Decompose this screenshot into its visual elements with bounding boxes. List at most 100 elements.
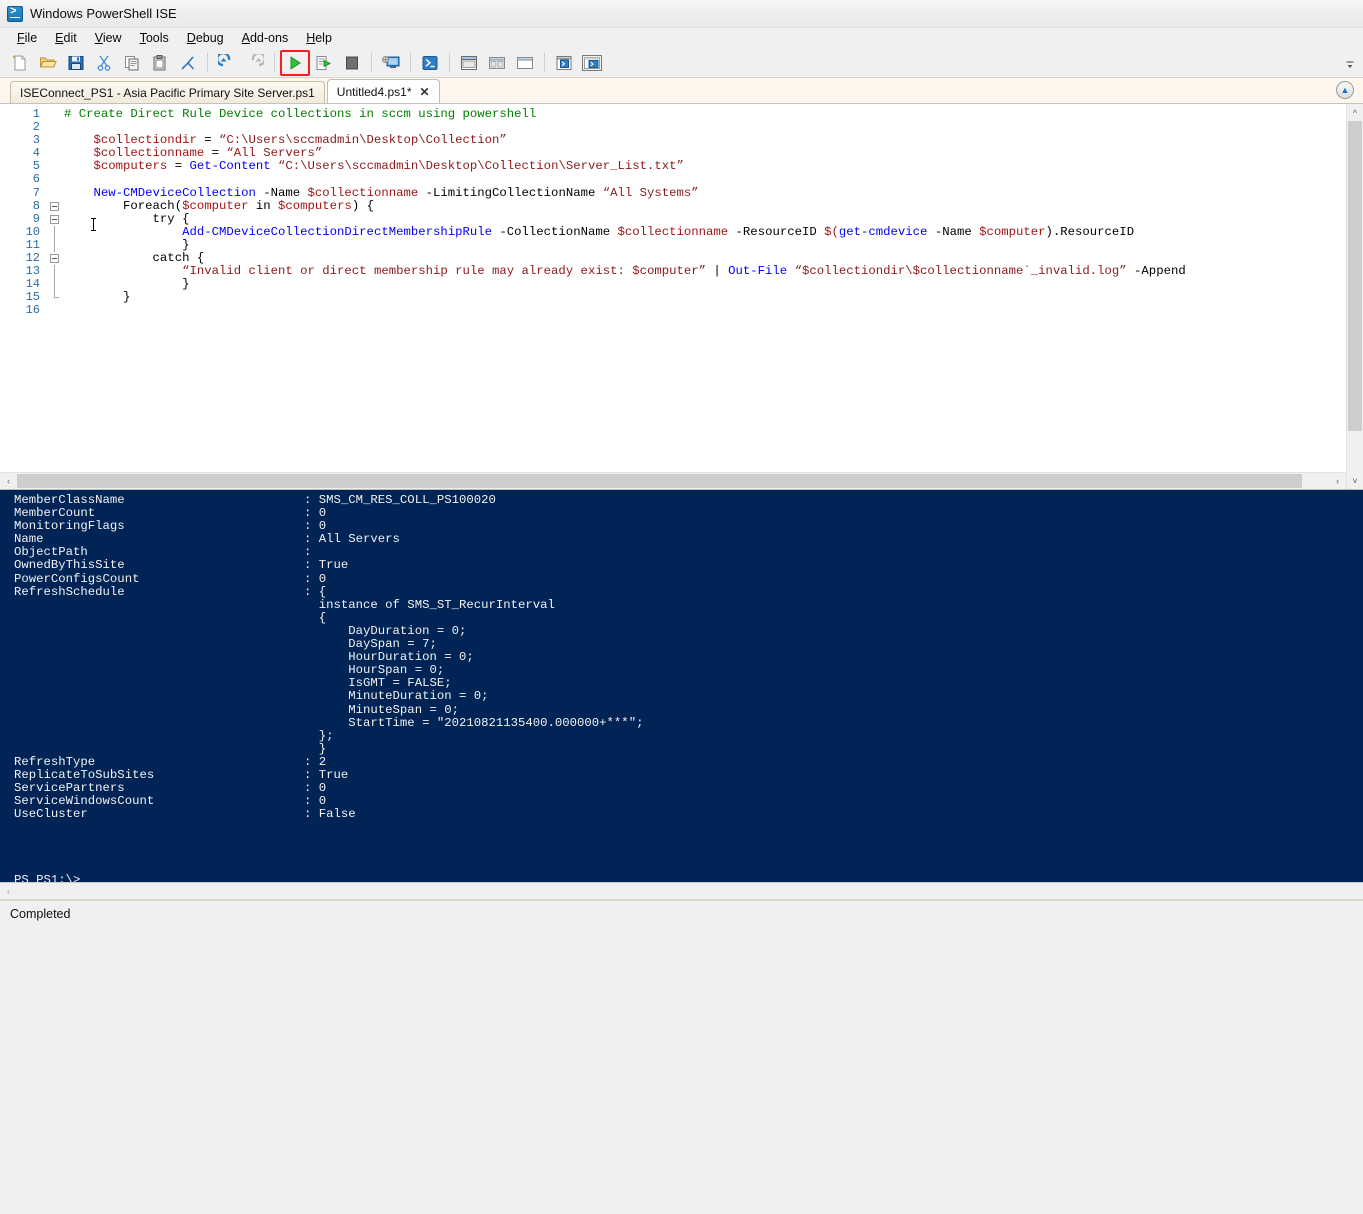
toolbar-separator — [449, 53, 450, 72]
stop-operation-icon[interactable] — [338, 50, 366, 76]
console-property-key: MonitoringFlags — [14, 520, 304, 533]
console-nested-value: HourDuration = 0; — [304, 650, 474, 664]
console-line: HourDuration = 0; — [14, 651, 1346, 664]
layout-stacked-icon[interactable] — [455, 50, 483, 76]
code-line[interactable]: 10 Add-CMDeviceCollectionDirectMembershi… — [0, 226, 1346, 239]
tab-iseconnect[interactable]: ISEConnect_PS1 - Asia Pacific Primary Si… — [10, 81, 325, 103]
new-remote-tab-icon[interactable] — [377, 50, 405, 76]
code-line[interactable]: 15 } — [0, 291, 1346, 304]
clear-console-icon[interactable] — [174, 50, 202, 76]
tab-untitled4[interactable]: Untitled4.ps1* ✕ — [327, 79, 440, 103]
status-bar: Completed — [0, 900, 1363, 927]
fold-collapse-icon[interactable] — [42, 252, 64, 265]
console-vertical-scrollbar[interactable] — [1346, 490, 1363, 882]
console-property-key: PowerConfigsCount — [14, 573, 304, 586]
paste-icon[interactable] — [146, 50, 174, 76]
show-command-addon-icon[interactable] — [578, 50, 606, 76]
code-line[interactable]: 16 — [0, 304, 1346, 317]
toolbar-overflow-icon[interactable] — [1345, 59, 1355, 71]
scroll-down-icon[interactable]: ˅ — [1347, 472, 1363, 489]
console-nested-value: StartTime = "20210821135400.000000+***"; — [304, 716, 643, 730]
tab-label: Untitled4.ps1* — [337, 85, 412, 99]
console-line: ServiceWindowsCount: 0 — [14, 795, 1346, 808]
console-line: MonitoringFlags: 0 — [14, 520, 1346, 533]
layout-maximized-icon[interactable] — [511, 50, 539, 76]
console-output[interactable]: MemberClassName: SMS_CM_RES_COLL_PS10002… — [0, 490, 1346, 882]
console-nested-value: IsGMT = FALSE; — [304, 676, 452, 690]
editor-horizontal-scrollbar[interactable]: ‹ › — [0, 472, 1346, 489]
console-property-value: : True — [304, 768, 348, 782]
console-line: DaySpan = 7; — [14, 638, 1346, 651]
scroll-up-icon[interactable]: ^ — [1347, 104, 1363, 121]
console-property-value: : False — [304, 807, 356, 821]
console-line: OwnedByThisSite: True — [14, 559, 1346, 572]
code-line[interactable]: 5 $computers = Get-Content “C:\Users\scc… — [0, 160, 1346, 173]
console-nested-value: DayDuration = 0; — [304, 624, 466, 638]
menu-bar: File Edit View Tools Debug Add-ons Help — [0, 28, 1363, 48]
line-number: 16 — [0, 304, 42, 317]
console-property-value: : SMS_CM_RES_COLL_PS100020 — [304, 493, 496, 507]
console-horizontal-scrollbar[interactable]: ‹ — [0, 882, 1363, 900]
open-script-icon[interactable] — [34, 50, 62, 76]
line-number: 8 — [0, 200, 42, 213]
scroll-left-icon[interactable]: ‹ — [0, 473, 17, 489]
run-script-icon[interactable] — [280, 50, 310, 76]
editor-vertical-scrollbar[interactable]: ^ ˅ — [1346, 104, 1363, 489]
code-line[interactable]: 13 “Invalid client or direct membership … — [0, 265, 1346, 278]
copy-icon[interactable] — [118, 50, 146, 76]
code-line[interactable]: 8 Foreach($computer in $computers) { — [0, 200, 1346, 213]
save-icon[interactable] — [62, 50, 90, 76]
menu-add-ons[interactable]: Add-ons — [233, 30, 298, 46]
close-icon[interactable]: ✕ — [420, 85, 430, 99]
toolbar-separator — [207, 53, 208, 72]
vscroll-track[interactable] — [1347, 121, 1363, 472]
menu-file[interactable]: File — [8, 30, 46, 46]
toolbar-separator — [274, 53, 275, 72]
line-number: 6 — [0, 173, 42, 186]
code-text: } — [64, 278, 1346, 291]
vscroll-thumb[interactable] — [1348, 121, 1362, 431]
show-script-pane-icon[interactable] — [550, 50, 578, 76]
tab-label: ISEConnect_PS1 - Asia Pacific Primary Si… — [20, 86, 315, 100]
cut-icon[interactable] — [90, 50, 118, 76]
console-line: MemberCount: 0 — [14, 507, 1346, 520]
undo-icon[interactable] — [213, 50, 241, 76]
menu-tools[interactable]: Tools — [131, 30, 178, 46]
code-text: $computers = Get-Content “C:\Users\sccma… — [64, 160, 1346, 173]
chevron-up-icon[interactable]: ▲ — [1336, 81, 1354, 99]
scroll-left-icon[interactable]: ‹ — [0, 883, 17, 899]
console-line: IsGMT = FALSE; — [14, 677, 1346, 690]
code-line[interactable]: 14 } — [0, 278, 1346, 291]
scroll-right-icon[interactable]: › — [1329, 473, 1346, 489]
chscroll-track[interactable] — [17, 883, 1363, 899]
fold-collapse-icon[interactable] — [42, 213, 64, 226]
console-property-key: RefreshSchedule — [14, 586, 304, 599]
menu-view[interactable]: View — [86, 30, 131, 46]
hscroll-thumb[interactable] — [17, 474, 1302, 488]
console-line: ObjectPath: — [14, 546, 1346, 559]
code-text: Foreach($computer in $computers) { — [64, 200, 1346, 213]
console-line: MinuteDuration = 0; — [14, 690, 1346, 703]
menu-edit[interactable]: Edit — [46, 30, 86, 46]
fold-guide — [42, 121, 64, 134]
console-property-key: UseCluster — [14, 808, 304, 821]
console-nested-value: HourSpan = 0; — [304, 663, 444, 677]
line-number: 7 — [0, 187, 42, 200]
console-prompt[interactable]: PS PS1:\> — [14, 874, 1346, 882]
code-editor[interactable]: 1# Create Direct Rule Device collections… — [0, 104, 1346, 472]
redo-icon[interactable] — [241, 50, 269, 76]
console-line: MemberClassName: SMS_CM_RES_COLL_PS10002… — [14, 494, 1346, 507]
toolbar-separator — [410, 53, 411, 72]
script-pane: 1# Create Direct Rule Device collections… — [0, 104, 1363, 490]
new-script-icon[interactable] — [6, 50, 34, 76]
fold-collapse-icon[interactable] — [42, 200, 64, 213]
menu-debug[interactable]: Debug — [178, 30, 233, 46]
run-selection-icon[interactable] — [310, 50, 338, 76]
console-line: instance of SMS_ST_RecurInterval — [14, 599, 1346, 612]
layout-side-icon[interactable] — [483, 50, 511, 76]
code-line[interactable]: 1# Create Direct Rule Device collections… — [0, 108, 1346, 121]
console-line: }; — [14, 730, 1346, 743]
start-powershell-icon[interactable] — [416, 50, 444, 76]
hscroll-track[interactable] — [17, 473, 1329, 489]
menu-help[interactable]: Help — [297, 30, 341, 46]
